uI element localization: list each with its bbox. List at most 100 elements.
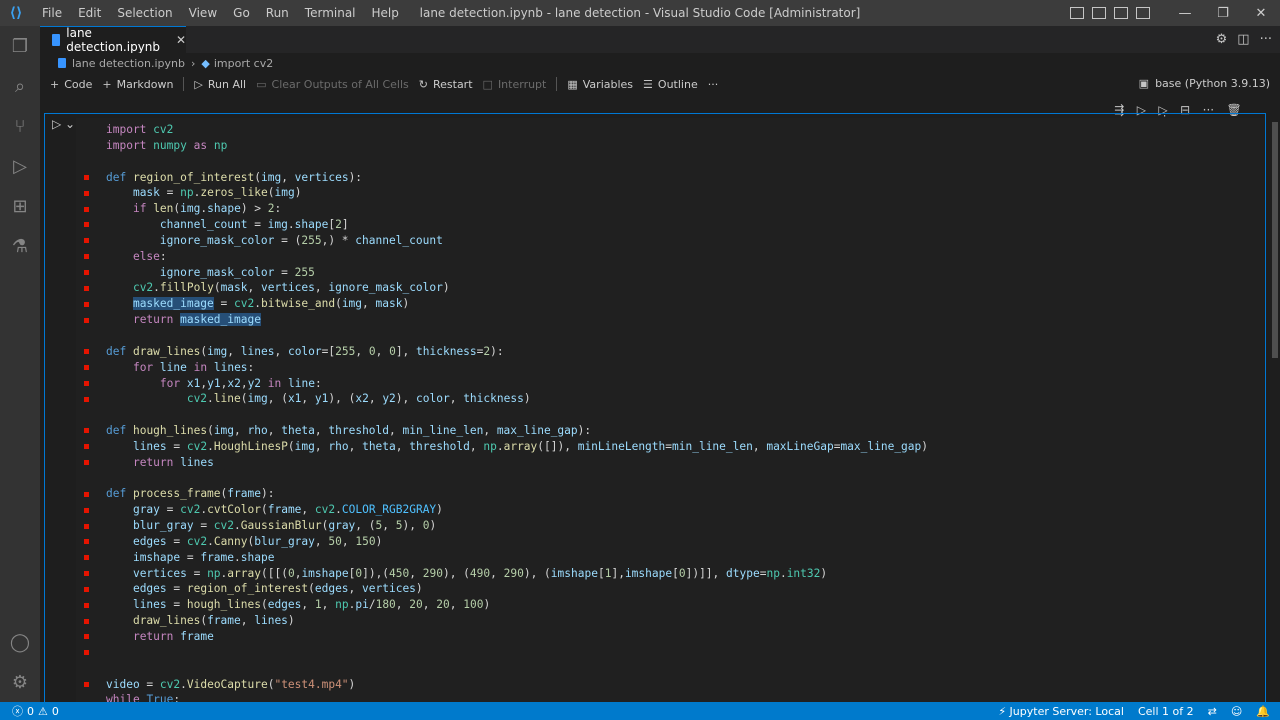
breakpoint-icon[interactable] bbox=[83, 270, 89, 276]
account-icon[interactable]: ◯ bbox=[8, 630, 32, 654]
breakpoint-icon[interactable] bbox=[83, 571, 89, 577]
breadcrumb-separator-icon: › bbox=[190, 56, 196, 70]
outline-button[interactable]: ☰ Outline bbox=[643, 78, 698, 91]
remote-icon[interactable]: ⇄ bbox=[1208, 705, 1217, 718]
toolbar-divider bbox=[183, 77, 185, 91]
close-tab-icon[interactable]: ✕ bbox=[176, 33, 186, 47]
toggle-panel-icon[interactable] bbox=[1092, 7, 1106, 19]
breakpoint-icon[interactable] bbox=[83, 539, 89, 545]
breakpoint-icon[interactable] bbox=[83, 190, 89, 196]
breakpoint-icon[interactable] bbox=[83, 681, 89, 687]
toggle-secondary-sidebar-icon[interactable] bbox=[1114, 7, 1128, 19]
notebook-file-icon bbox=[58, 58, 66, 68]
editor-scrollbar[interactable] bbox=[1270, 118, 1280, 702]
breakpoint-icon[interactable] bbox=[83, 380, 89, 386]
menu-edit[interactable]: Edit bbox=[70, 6, 109, 20]
breakpoint-icon[interactable] bbox=[83, 444, 89, 450]
editor-actions: ⚙ ◫ ··· bbox=[1216, 32, 1272, 47]
search-icon[interactable]: ⌕ bbox=[8, 74, 32, 98]
breakpoint-icon[interactable] bbox=[83, 301, 89, 307]
breakpoint-icon[interactable] bbox=[83, 285, 89, 291]
breakpoint-icon[interactable] bbox=[83, 586, 89, 592]
plus-icon: + bbox=[102, 77, 112, 91]
jupyter-server-status[interactable]: ⚡ Jupyter Server: Local bbox=[998, 705, 1124, 718]
code-content[interactable]: import cv2 import numpy as np def region… bbox=[106, 122, 928, 702]
restart-button[interactable]: ↻ Restart bbox=[419, 78, 473, 91]
more-toolbar-actions[interactable]: ··· bbox=[708, 78, 719, 91]
menu-view[interactable]: View bbox=[181, 6, 225, 20]
breakpoint-icon[interactable] bbox=[83, 222, 89, 228]
activity-bar: ❐ ⌕ ⑂ ▷ ⊞ ⚗ ◯ ⚙ bbox=[0, 26, 40, 702]
run-cell-button[interactable]: ▷ ⌄ bbox=[52, 117, 75, 131]
warning-count: 0 bbox=[51, 704, 59, 718]
feedback-icon[interactable]: ☺ bbox=[1231, 705, 1242, 718]
notifications-bell-icon[interactable]: 🔔 bbox=[1256, 705, 1270, 718]
breakpoint-icon[interactable] bbox=[83, 349, 89, 355]
breakpoint-icon[interactable] bbox=[83, 460, 89, 466]
breakpoint-icon[interactable] bbox=[83, 365, 89, 371]
kernel-picker[interactable]: ▣ base (Python 3.9.13) bbox=[1139, 77, 1270, 90]
error-icon: ⓧ bbox=[12, 705, 23, 718]
breakpoint-icon[interactable] bbox=[83, 396, 89, 402]
variables-button[interactable]: ▦ Variables bbox=[567, 78, 633, 91]
symbol-icon: ◆ bbox=[201, 56, 210, 70]
customize-layout-icon[interactable] bbox=[1136, 7, 1150, 19]
cell-position[interactable]: Cell 1 of 2 bbox=[1138, 705, 1194, 718]
source-control-icon[interactable]: ⑂ bbox=[8, 114, 32, 138]
explorer-icon[interactable]: ❐ bbox=[8, 34, 32, 58]
restart-icon: ↻ bbox=[418, 77, 428, 91]
extensions-icon[interactable]: ⊞ bbox=[8, 194, 32, 218]
breakpoint-icon[interactable] bbox=[83, 523, 89, 529]
menu-run[interactable]: Run bbox=[258, 6, 297, 20]
kernel-icon: ▣ bbox=[1138, 77, 1150, 90]
breakpoint-icon[interactable] bbox=[83, 618, 89, 624]
toggle-primary-sidebar-icon[interactable] bbox=[1070, 7, 1084, 19]
close-window-button[interactable]: ✕ bbox=[1242, 6, 1280, 21]
breakpoint-icon[interactable] bbox=[83, 602, 89, 608]
tab-lane-detection[interactable]: lane detection.ipynb ✕ bbox=[40, 26, 186, 54]
menu-selection[interactable]: Selection bbox=[109, 6, 180, 20]
breakpoint-icon[interactable] bbox=[83, 634, 89, 640]
menu-go[interactable]: Go bbox=[225, 6, 258, 20]
maximize-button[interactable]: ❐ bbox=[1204, 6, 1242, 21]
breakpoint-gutter[interactable] bbox=[76, 122, 96, 692]
breadcrumb: lane detection.ipynb › ◆ import cv2 bbox=[40, 53, 1280, 73]
warning-icon: ⚠ bbox=[38, 704, 48, 718]
clear-outputs-button[interactable]: ▭ Clear Outputs of All Cells bbox=[256, 78, 409, 91]
menu-help[interactable]: Help bbox=[364, 6, 407, 20]
interrupt-button[interactable]: □ Interrupt bbox=[483, 78, 547, 91]
run-debug-icon[interactable]: ▷ bbox=[8, 154, 32, 178]
breakpoint-icon[interactable] bbox=[83, 650, 89, 656]
breakpoint-icon[interactable] bbox=[83, 555, 89, 561]
breakpoint-icon[interactable] bbox=[83, 206, 89, 212]
breakpoint-icon[interactable] bbox=[83, 491, 89, 497]
breadcrumb-file[interactable]: lane detection.ipynb bbox=[72, 57, 185, 70]
manage-gear-icon[interactable]: ⚙ bbox=[8, 670, 32, 694]
add-code-cell-button[interactable]: + Code bbox=[50, 78, 92, 91]
breadcrumb-symbol[interactable]: import cv2 bbox=[214, 57, 273, 70]
add-markdown-cell-button[interactable]: + Markdown bbox=[102, 78, 173, 91]
notebook-toolbar: + Code + Markdown ▷ Run All ▭ Clear Outputs … bbox=[40, 73, 1280, 95]
split-editor-icon[interactable]: ◫ bbox=[1237, 32, 1249, 47]
breakpoint-icon[interactable] bbox=[83, 507, 89, 513]
menu-file[interactable]: File bbox=[34, 6, 70, 20]
status-bar-right: ⚡ Jupyter Server: Local Cell 1 of 2 ⇄ ☺ … bbox=[998, 702, 1270, 720]
problems-indicator[interactable]: ⓧ 0 ⚠ 0 bbox=[12, 703, 59, 719]
breakpoint-icon[interactable] bbox=[83, 428, 89, 434]
outline-list-icon: ☰ bbox=[643, 77, 653, 91]
scrollbar-thumb[interactable] bbox=[1272, 122, 1278, 358]
code-editor[interactable]: import cv2 import numpy as np def region… bbox=[76, 118, 1264, 702]
run-all-button[interactable]: ▷ Run All bbox=[194, 78, 246, 91]
more-actions-icon[interactable]: ··· bbox=[1260, 32, 1272, 47]
breakpoint-icon[interactable] bbox=[83, 317, 89, 323]
testing-icon[interactable]: ⚗ bbox=[8, 234, 32, 258]
notebook-file-icon bbox=[52, 34, 61, 46]
breakpoint-icon[interactable] bbox=[83, 238, 89, 244]
menu-terminal[interactable]: Terminal bbox=[297, 6, 364, 20]
run-all-icon: ▷ bbox=[194, 77, 203, 91]
variables-icon: ▦ bbox=[567, 77, 578, 91]
minimize-button[interactable]: — bbox=[1166, 6, 1204, 21]
breakpoint-icon[interactable] bbox=[83, 254, 89, 260]
breakpoint-icon[interactable] bbox=[83, 174, 89, 180]
settings-gear-icon[interactable]: ⚙ bbox=[1216, 32, 1228, 47]
